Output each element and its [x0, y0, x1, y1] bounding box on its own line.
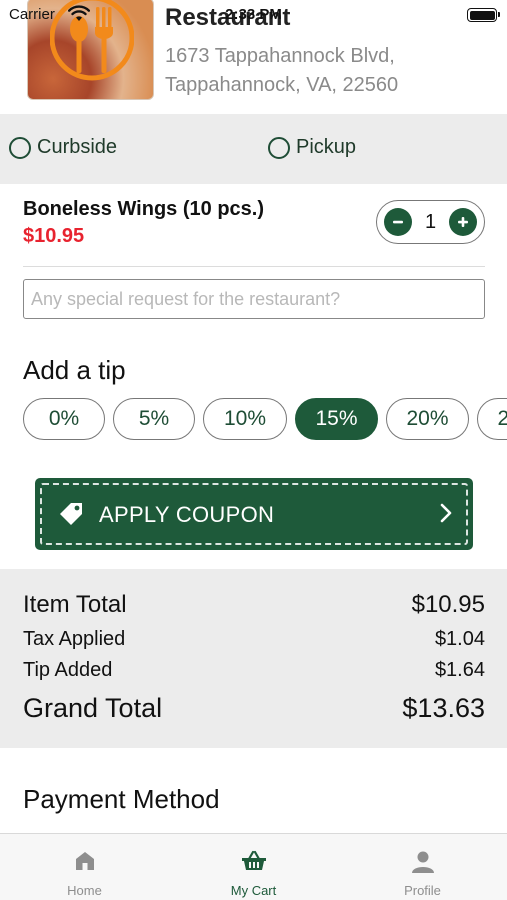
- item-name: Boneless Wings (10 pcs.): [23, 198, 264, 220]
- item-price: $10.95: [23, 225, 85, 247]
- tip-added-row: Tip Added $1.64: [23, 659, 485, 682]
- tip-option-0[interactable]: 0%: [23, 398, 105, 440]
- tip-added-label: Tip Added: [23, 659, 113, 681]
- tab-home-label: Home: [67, 883, 102, 898]
- grand-total-label: Grand Total: [23, 693, 163, 723]
- tip-option-20[interactable]: 20%: [386, 398, 469, 440]
- tip-option-25[interactable]: 25%: [477, 398, 507, 440]
- pickup-label: Pickup: [296, 136, 357, 158]
- tax-row: Tax Applied $1.04: [23, 628, 485, 651]
- decrease-quantity-button[interactable]: [384, 208, 412, 236]
- address-line-2: Tappahannock, VA, 22560: [165, 74, 399, 96]
- tip-option-15[interactable]: 15%: [295, 398, 378, 440]
- home-icon: [75, 852, 94, 870]
- radio-icon: [268, 136, 290, 159]
- order-summary: Item Total $10.95 Tax Applied $1.04 Tip …: [0, 569, 507, 748]
- tax-label: Tax Applied: [23, 628, 126, 650]
- radio-icon: [9, 136, 31, 159]
- pickup-option[interactable]: Pickup: [268, 136, 356, 159]
- item-total-label: Item Total: [23, 591, 127, 618]
- chevron-right-icon: [440, 503, 452, 523]
- tab-my-cart-label: My Cart: [230, 883, 277, 898]
- item-total-row: Item Total $10.95: [23, 591, 485, 619]
- plus-icon: [458, 217, 468, 227]
- basket-icon: [241, 850, 266, 870]
- tip-option-5[interactable]: 5%: [113, 398, 195, 440]
- apply-coupon-label: APPLY COUPON: [99, 502, 275, 527]
- tag-icon: [60, 503, 82, 525]
- special-request-input[interactable]: [23, 279, 485, 319]
- grand-total-value: $13.63: [402, 693, 485, 723]
- quantity-stepper: 1: [376, 200, 485, 244]
- item-total-value: $10.95: [411, 591, 485, 618]
- tab-profile-label: Profile: [404, 883, 441, 898]
- curbside-label: Curbside: [37, 136, 118, 158]
- battery-icon: [467, 8, 500, 22]
- tip-option-10[interactable]: 10%: [203, 398, 287, 440]
- tab-profile[interactable]: Profile: [338, 834, 507, 900]
- divider: [23, 266, 485, 267]
- person-icon: [411, 851, 434, 873]
- tab-bar: Home My Cart Profile: [0, 833, 507, 900]
- apply-coupon-button[interactable]: APPLY COUPON: [35, 478, 473, 550]
- address-line-1: 1673 Tappahannock Blvd,: [165, 45, 395, 67]
- tax-value: $1.04: [434, 628, 485, 650]
- tip-title: Add a tip: [23, 355, 126, 385]
- quantity-value: 1: [424, 210, 437, 233]
- tip-added-value: $1.64: [434, 659, 485, 681]
- minus-icon: [393, 220, 403, 224]
- status-bar: Carrier 2:33 PM: [0, 0, 507, 32]
- restaurant-address: 1673 Tappahannock Blvd, Tappahannock, VA…: [165, 42, 485, 100]
- tab-my-cart[interactable]: My Cart: [169, 834, 338, 900]
- order-type-section: Curbside Pickup: [0, 114, 507, 184]
- grand-total-row: Grand Total $13.63: [23, 693, 485, 724]
- increase-quantity-button[interactable]: [449, 208, 477, 236]
- curbside-option[interactable]: Curbside: [9, 136, 117, 159]
- tip-options: 0%5%10%15%20% 25%: [23, 398, 507, 440]
- tab-home[interactable]: Home: [0, 834, 169, 900]
- status-time: 2:33 PM: [225, 6, 282, 23]
- payment-method-title: Payment Method: [23, 784, 220, 814]
